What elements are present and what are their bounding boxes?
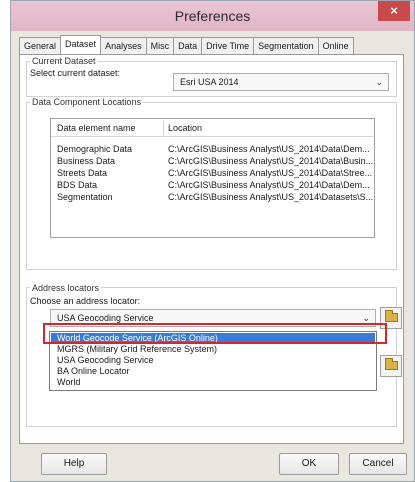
column-header-location[interactable]: Location: [168, 123, 202, 133]
table-row[interactable]: Business Data C:\ArcGIS\Business Analyst…: [51, 156, 374, 168]
address-locators-group-label: Address locators: [30, 283, 102, 293]
tab-analyses[interactable]: Analyses: [100, 37, 147, 55]
open-folder-icon: [385, 310, 398, 322]
row-name: Business Data: [57, 156, 116, 166]
row-name: Demographic Data: [57, 144, 133, 154]
dropdown-option[interactable]: BA Online Locator: [51, 366, 375, 377]
row-location: C:\ArcGIS\Business Analyst\US_2014\Data\…: [168, 180, 370, 190]
row-name: Segmentation: [57, 192, 113, 202]
tab-misc[interactable]: Misc: [145, 37, 175, 55]
address-locator-select-value: USA Geocoding Service: [57, 313, 154, 323]
row-location: C:\ArcGIS\Business Analyst\US_2014\Data\…: [168, 156, 374, 166]
dropdown-option[interactable]: USA Geocoding Service: [51, 355, 375, 366]
preferences-window: Preferences × General Dataset Analyses M…: [10, 0, 415, 482]
chevron-down-icon: ⌄: [375, 77, 383, 87]
table-row[interactable]: BDS Data C:\ArcGIS\Business Analyst\US_2…: [51, 180, 374, 192]
tab-general[interactable]: General: [19, 37, 62, 55]
choose-locator-label: Choose an address locator:: [30, 296, 141, 306]
header-divider: [51, 136, 374, 137]
title-bar[interactable]: Preferences ×: [11, 1, 414, 31]
dropdown-option[interactable]: MGRS (Military Grid Reference System): [51, 344, 375, 355]
dataset-select-value: Esri USA 2014: [180, 77, 239, 87]
close-icon[interactable]: ×: [378, 1, 410, 21]
tab-data[interactable]: Data: [173, 37, 203, 55]
row-location: C:\ArcGIS\Business Analyst\US_2014\Data\…: [168, 168, 373, 178]
table-row[interactable]: Demographic Data C:\ArcGIS\Business Anal…: [51, 144, 374, 156]
tab-online[interactable]: Online: [317, 37, 354, 55]
select-dataset-label: Select current dataset:: [30, 68, 121, 78]
data-component-group-label: Data Component Locations: [30, 97, 144, 107]
column-separator[interactable]: [163, 121, 164, 135]
table-row[interactable]: Segmentation C:\ArcGIS\Business Analyst\…: [51, 192, 374, 204]
dataset-select[interactable]: Esri USA 2014 ⌄: [173, 73, 389, 91]
highlight-callout-box: [43, 323, 387, 344]
table-row[interactable]: Streets Data C:\ArcGIS\Business Analyst\…: [51, 168, 374, 180]
data-component-table[interactable]: Data element name Location Demographic D…: [50, 118, 375, 238]
tab-drive-time[interactable]: Drive Time: [201, 37, 255, 55]
open-folder-icon: [385, 358, 398, 370]
help-button[interactable]: Help: [41, 453, 107, 475]
row-location: C:\ArcGIS\Business Analyst\US_2014\Data\…: [168, 144, 370, 154]
window-title: Preferences: [174, 8, 251, 24]
dropdown-option[interactable]: World: [51, 377, 375, 388]
row-location: C:\ArcGIS\Business Analyst\US_2014\Datas…: [168, 192, 374, 202]
browse-secondary-button[interactable]: [380, 355, 402, 377]
tab-dataset[interactable]: Dataset: [60, 35, 102, 55]
tab-strip: General Dataset Analyses Misc Data Drive…: [19, 35, 354, 55]
row-name: Streets Data: [57, 168, 108, 178]
row-name: BDS Data: [57, 180, 98, 190]
tab-segmentation[interactable]: Segmentation: [253, 37, 319, 55]
ok-button[interactable]: OK: [279, 453, 339, 475]
cancel-button[interactable]: Cancel: [349, 453, 407, 475]
column-header-name[interactable]: Data element name: [57, 123, 136, 133]
current-dataset-group-label: Current Dataset: [30, 56, 98, 66]
